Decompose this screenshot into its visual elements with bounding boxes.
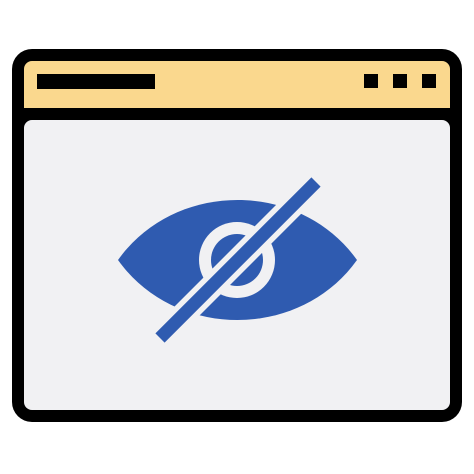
title-bar-bottom-square (24, 90, 450, 108)
window-control-dot-2 (393, 74, 407, 88)
browser-window-icon (0, 0, 474, 474)
title-bar-line (37, 74, 155, 89)
browser-window-svg (12, 49, 462, 422)
window-control-dot-3 (422, 74, 436, 88)
window-control-dot-1 (364, 74, 378, 88)
